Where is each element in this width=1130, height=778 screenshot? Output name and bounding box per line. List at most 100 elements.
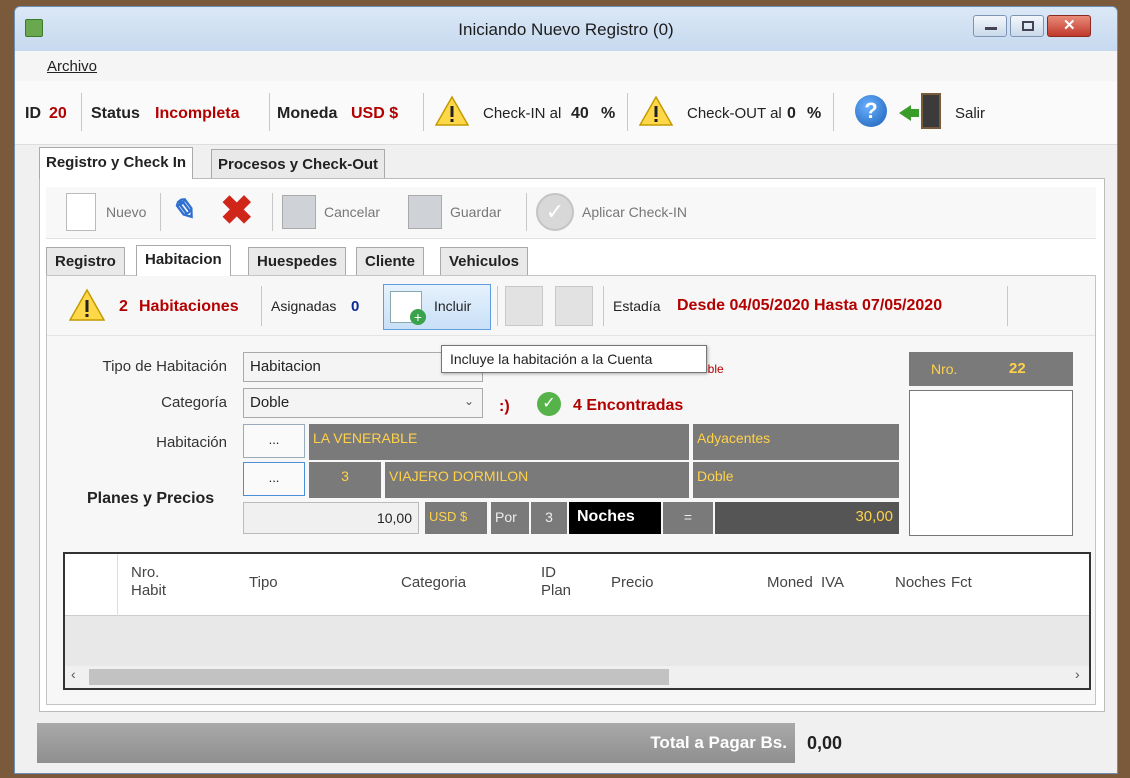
column-fct[interactable]: Fct: [951, 574, 972, 634]
help-icon[interactable]: ?: [855, 95, 887, 127]
tab-registro-check-in[interactable]: Registro y Check In: [39, 147, 194, 179]
guardar-button[interactable]: Guardar: [450, 204, 501, 220]
status-label: Status: [91, 105, 140, 122]
check-circle-icon: ✓: [537, 392, 561, 416]
subtab-habitacion[interactable]: Habitacion: [136, 245, 231, 276]
habitacion-lookup-button[interactable]: ...: [243, 424, 305, 458]
checkout-value: 0: [787, 105, 796, 122]
divider: [272, 193, 273, 231]
close-button[interactable]: ✕: [1047, 15, 1091, 37]
asignadas-value: 0: [351, 298, 360, 315]
maximize-button[interactable]: [1010, 15, 1044, 37]
id-label: ID: [25, 105, 41, 122]
title-bar: Iniciando Nuevo Registro (0) ✕: [15, 7, 1117, 51]
delete-icon[interactable]: ✖: [220, 189, 254, 233]
edit-icon[interactable]: ✎: [170, 193, 214, 233]
nuevo-button[interactable]: Nuevo: [106, 204, 146, 220]
column-id-plan[interactable]: ID Plan: [541, 564, 571, 624]
habitaciones-grid[interactable]: Nro. Habit Tipo Categoria ID Plan Precio M…: [63, 552, 1091, 690]
cancelar-button[interactable]: Cancelar: [324, 204, 380, 220]
column-noches[interactable]: Noches: [895, 574, 949, 634]
divider: [261, 286, 262, 326]
aplicar-check-in-button[interactable]: Aplicar Check-IN: [582, 204, 687, 220]
categoria-select[interactable]: Doble ⌄: [243, 388, 483, 418]
grid-header: Nro. Habit Tipo Categoria ID Plan Precio M…: [65, 554, 1089, 616]
divider: [117, 554, 118, 616]
column-iva[interactable]: IVA: [821, 574, 844, 634]
moneda-value: USD $: [351, 105, 399, 122]
nro-label: Nro.: [931, 361, 958, 377]
categoria-label: Categoría: [161, 394, 227, 411]
warning-icon: [639, 95, 673, 126]
checkin-label: Check-IN al: [483, 105, 562, 122]
new-document-icon: [66, 193, 96, 231]
habitaciones-label: Habitaciones: [139, 298, 239, 315]
encontradas-label: 4 Encontradas: [573, 397, 684, 414]
subtab-huespedes[interactable]: Huespedes: [248, 247, 347, 275]
incluir-button[interactable]: + Incluir: [383, 284, 491, 330]
total-pagar-label: Total a Pagar Bs.: [650, 733, 787, 752]
noches-label: Noches: [569, 502, 661, 534]
plan-lookup-button[interactable]: ...: [243, 462, 305, 496]
estadia-label: Estadía: [613, 298, 661, 314]
save-disk-icon: [408, 195, 442, 229]
warning-icon: [69, 288, 105, 321]
minimize-button[interactable]: [973, 15, 1007, 37]
column-tipo[interactable]: Tipo: [249, 574, 278, 634]
column-precio[interactable]: Precio: [611, 574, 654, 634]
toolbar: Nuevo ✎ ✖ Cancelar Guardar ✓ Aplicar Che…: [46, 187, 1096, 239]
divider: [497, 286, 498, 326]
scroll-right-icon[interactable]: ›: [1075, 666, 1080, 682]
column-categoria[interactable]: Categoria: [401, 574, 466, 634]
divider: [526, 193, 527, 231]
main-window: Iniciando Nuevo Registro (0) ✕ Archivo I…: [14, 6, 1118, 774]
column-nro-habit[interactable]: Nro. Habit: [131, 564, 166, 624]
habitacion-name-field: LA VENERABLE: [309, 424, 689, 460]
divider: [833, 93, 834, 131]
salir-label[interactable]: Salir: [955, 105, 985, 122]
checkin-pct: %: [601, 105, 616, 122]
asignadas-label: Asignadas: [271, 298, 337, 314]
divider: [1007, 286, 1008, 326]
estadia-value: Desde 04/05/2020 Hasta 07/05/2020: [677, 297, 943, 314]
noches-count-field: 3: [531, 502, 567, 534]
warning-icon: [435, 95, 469, 126]
smile-indicator: :): [499, 398, 510, 415]
exit-icon[interactable]: [899, 93, 943, 129]
menu-archivo[interactable]: Archivo: [47, 58, 97, 75]
maximize-icon: [1022, 21, 1034, 31]
subtab-registro[interactable]: Registro: [46, 247, 125, 275]
subtab-cliente[interactable]: Cliente: [356, 247, 425, 275]
tab-procesos-check-out[interactable]: Procesos y Check-Out: [211, 149, 386, 179]
save-disk-icon: [282, 195, 316, 229]
tooltip: Incluye la habitación a la Cuenta: [441, 345, 707, 373]
precio-field[interactable]: 10,00: [243, 502, 419, 534]
edit-room-icon[interactable]: [505, 286, 543, 326]
checkout-pct: %: [807, 105, 822, 122]
minimize-icon: [985, 27, 997, 30]
total-noches-field: 30,00: [715, 502, 899, 534]
divider: [423, 93, 424, 131]
close-icon: ✕: [1063, 17, 1076, 34]
column-moned[interactable]: Moned: [767, 574, 813, 634]
window-title: Iniciando Nuevo Registro (0): [458, 20, 674, 39]
nro-header: Nro. 22: [909, 352, 1073, 386]
status-value: Incompleta: [155, 105, 240, 122]
habitacion-panel: 2 Habitaciones Asignadas 0 + Incluir Est…: [46, 275, 1096, 705]
menu-bar: Archivo: [15, 51, 1117, 81]
habitaciones-count: 2: [119, 298, 128, 315]
moneda-field: USD $: [425, 502, 487, 534]
equals-label: =: [663, 502, 713, 534]
scrollbar-thumb[interactable]: [89, 669, 669, 685]
categoria-value: Doble: [250, 394, 290, 411]
subtab-vehiculos[interactable]: Vehiculos: [440, 247, 529, 275]
scroll-left-icon[interactable]: ‹: [71, 666, 76, 682]
horizontal-scrollbar[interactable]: ‹ ›: [65, 666, 1089, 688]
por-label: Por: [491, 502, 529, 534]
moneda-label: Moneda: [277, 105, 338, 122]
room-preview-box: [909, 390, 1073, 536]
divider: [603, 286, 604, 326]
remove-room-icon[interactable]: [555, 286, 593, 326]
id-value: 20: [49, 105, 67, 122]
nro-value: 22: [1009, 360, 1026, 377]
